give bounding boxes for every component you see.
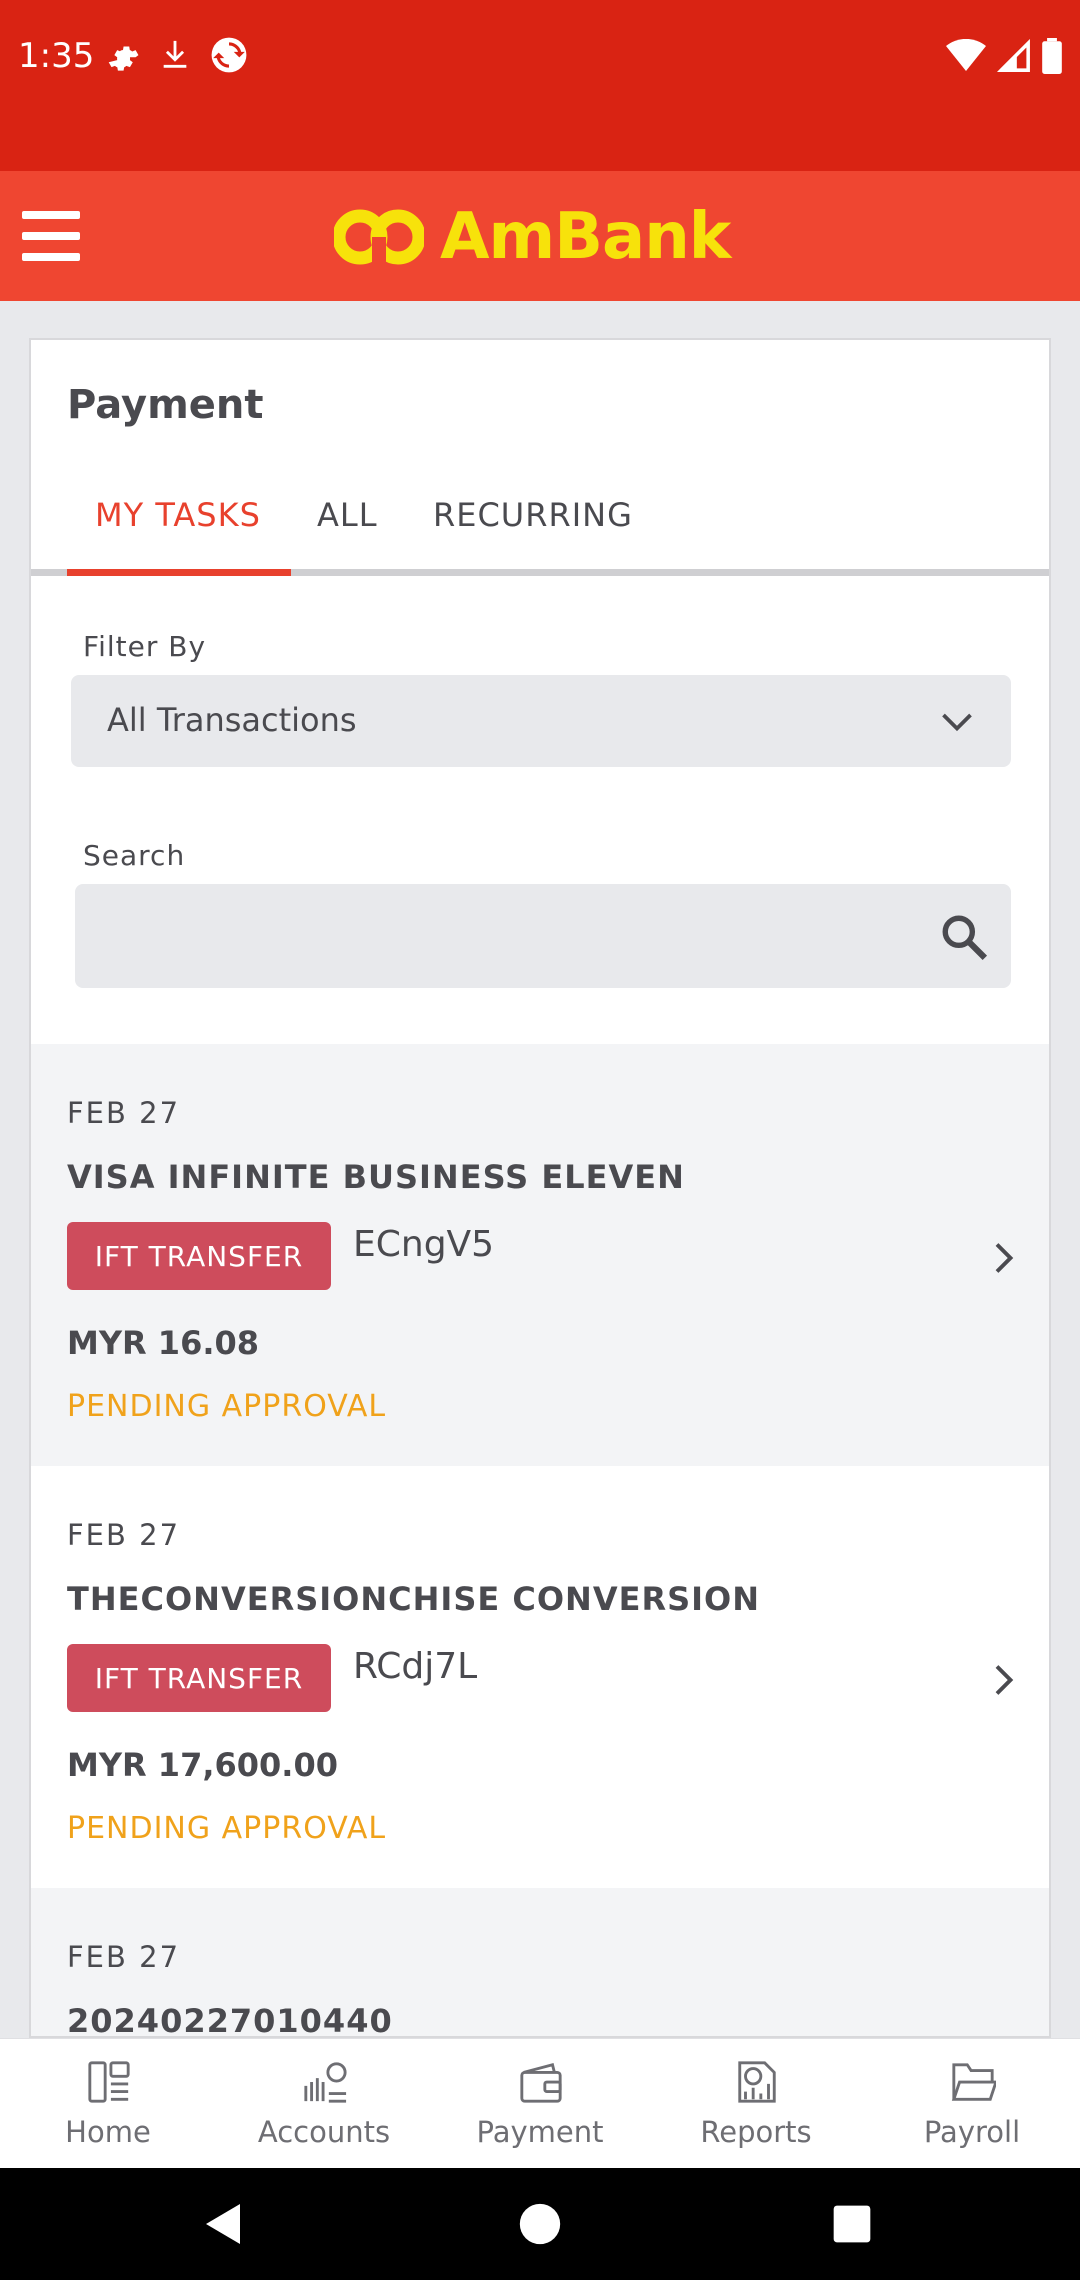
system-navigation-bar [0,2168,1080,2280]
tab-all[interactable]: ALL [317,490,378,576]
hamburger-menu-icon[interactable] [22,211,80,261]
transaction-reference: RCdj7L [353,1646,478,1687]
folder-icon [951,2063,996,2101]
transaction-status: PENDING APPROVAL [67,1389,387,1424]
nav-label: Accounts [257,2115,391,2149]
nav-label: Payment [476,2115,604,2149]
tab-recurring[interactable]: RECURRING [433,490,633,576]
nav-payment[interactable]: Payment [432,2039,648,2169]
status-notification-icons [106,36,248,74]
transaction-item[interactable]: FEB 27 VISA INFINITE BUSINESS ELEVEN IFT… [31,1044,1049,1466]
transaction-date: FEB 27 [67,1940,181,1974]
filter-label: Filter By [83,630,207,663]
transaction-item[interactable]: FEB 27 THECONVERSIONCHISE CONVERSION IFT… [31,1466,1049,1888]
search-input[interactable] [75,884,1011,988]
status-system-icons [946,38,1062,74]
app-header: AmBank [0,171,1080,301]
status-time: 1:35 [18,36,95,76]
transaction-date: FEB 27 [67,1096,181,1130]
chevron-right-icon[interactable] [985,1238,1021,1278]
back-icon[interactable] [200,2200,248,2248]
transaction-payee: THECONVERSIONCHISE CONVERSION [67,1580,761,1618]
tab-my-tasks[interactable]: MY TASKS [95,490,261,576]
transaction-item[interactable]: FEB 27 20240227010440 [31,1888,1049,2038]
ambank-logo-mark [334,209,424,266]
filter-value: All Transactions [107,701,357,739]
accounts-icon [304,2062,347,2103]
transaction-amount: MYR 16.08 [67,1324,260,1362]
transaction-payee: VISA INFINITE BUSINESS ELEVEN [67,1158,685,1196]
search-label: Search [83,839,186,872]
nav-label: Reports [700,2115,812,2149]
sync-icon [211,37,247,73]
nav-label: Payroll [923,2115,1021,2149]
settings-icon [108,46,139,71]
search-icon[interactable] [939,912,989,962]
wallet-icon [520,2062,562,2103]
transaction-reference: ECngV5 [353,1224,495,1265]
transaction-date: FEB 27 [67,1518,181,1552]
ambank-logo: AmBank [334,200,731,274]
tab-bar: MY TASKS ALL RECURRING [31,490,1049,576]
status-bar: 1:35 [0,0,1080,171]
transaction-status: PENDING APPROVAL [67,1811,387,1846]
recents-icon[interactable] [832,2204,872,2244]
transaction-type-badge: IFT TRANSFER [67,1644,331,1712]
nav-label: Home [65,2115,151,2149]
reports-icon [738,2061,776,2103]
home-icon [88,2061,130,2103]
brand-name: AmBank [440,200,731,274]
nav-accounts[interactable]: Accounts [216,2039,432,2169]
battery-icon [1042,38,1062,74]
nav-home[interactable]: Home [0,2039,216,2169]
page-title: Payment [67,382,264,428]
transaction-type-badge: IFT TRANSFER [67,1222,331,1290]
chevron-down-icon [942,713,972,732]
signal-icon [996,39,1030,72]
nav-reports[interactable]: Reports [648,2039,864,2169]
filter-dropdown[interactable]: All Transactions [71,675,1011,767]
chevron-right-icon[interactable] [985,1660,1021,1700]
bottom-navigation: Home Accounts Payment Reports Payroll [0,2038,1080,2168]
nav-payroll[interactable]: Payroll [864,2039,1080,2169]
transaction-amount: MYR 17,600.00 [67,1746,338,1784]
wifi-icon [946,39,986,71]
transaction-payee: 20240227010440 [67,2002,393,2038]
download-icon [163,40,187,68]
home-button-icon[interactable] [518,2202,562,2246]
active-tab-indicator [67,569,291,576]
payment-card: Payment MY TASKS ALL RECURRING Filter By… [29,338,1051,2038]
